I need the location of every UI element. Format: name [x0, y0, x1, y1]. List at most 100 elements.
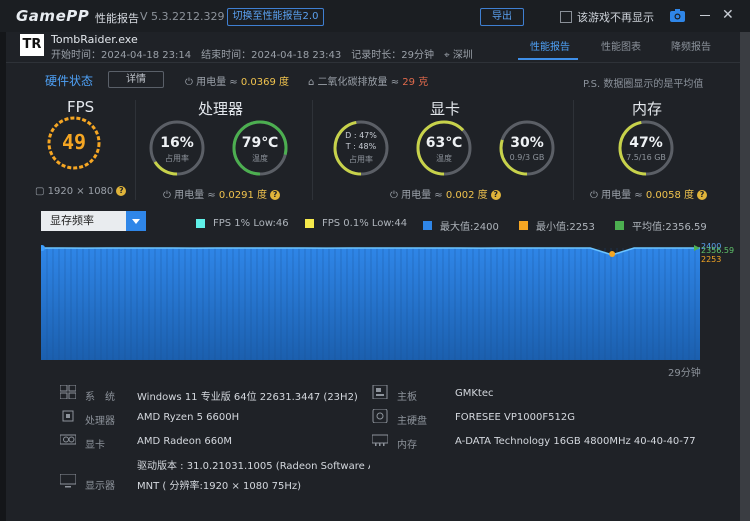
start-time: 开始时间：2024-04-18 23:14 [51, 50, 192, 61]
active-tab-indicator [518, 58, 578, 60]
mem-value-text: A-DATA Technology 16GB 4800MHz 40-40-40-… [455, 436, 696, 447]
gpu-mem-sub: 0.9/3 GB [509, 153, 545, 162]
no-show-checkbox[interactable]: 该游戏不再显示 [560, 9, 654, 25]
metric-select-value: 显存频率 [50, 214, 94, 227]
gpu-icon [60, 434, 76, 445]
help-icon[interactable]: ? [697, 190, 708, 200]
mem-sub: 7.5/16 GB [626, 153, 666, 162]
board-value: GMKtec [455, 388, 494, 399]
legend-fps-01-low: FPS 0.1% Low:44 [305, 218, 407, 229]
disk-label: 主硬盘 [397, 416, 427, 427]
gpu-usage-line2: T : 48% [345, 142, 377, 151]
gpu-power-label: 用电量 ≈ [401, 190, 446, 201]
left-edge-strip [0, 32, 6, 521]
window-title: 性能报告 [95, 12, 139, 25]
power-label: 用电量 ≈ [196, 77, 241, 88]
legend-label: 最大值:2400 [440, 222, 499, 233]
disk-value: FORESEE VP1000F512G [455, 412, 575, 423]
help-icon[interactable]: ? [116, 186, 127, 196]
power-icon: ⏻ [590, 190, 598, 201]
tab-throttle-report[interactable]: 降频报告 [671, 38, 711, 53]
legend-swatch [615, 221, 624, 230]
gpu-usage-gauge: D : 47% T : 48% 占用率 [331, 118, 391, 178]
gpu-title: 显卡 [430, 100, 461, 118]
mem-power-value: 0.0058 度 [645, 190, 695, 201]
gpu-mem-gauge: 30% 0.9/3 GB [497, 118, 557, 178]
process-name: TombRaider.exe [51, 33, 138, 46]
chevron-down-icon[interactable] [126, 211, 146, 231]
resolution: ▢ 1920 × 1080? [35, 186, 127, 197]
legend-max: 最大值:2400 [423, 218, 499, 233]
mem-title: 内存 [632, 100, 663, 118]
power-icon: ⏻ [163, 190, 171, 201]
cpu-power-value: 0.0291 度 [218, 190, 268, 201]
tab-performance-chart[interactable]: 性能图表 [601, 38, 641, 53]
switch-report-button[interactable]: 切换至性能报告2.0 [227, 8, 324, 26]
legend-label: 最小值:2253 [536, 222, 595, 233]
location: ⌖ 深圳 [444, 46, 473, 61]
power-value: 0.0369 度 [240, 77, 290, 88]
cpu-power: ⏻ 用电量 ≈ 0.0291 度? [163, 186, 281, 201]
close-button[interactable]: ✕ [722, 7, 734, 23]
fps-value: 49 [61, 130, 87, 154]
mem-gauge: 47% 7.5/16 GB [616, 118, 676, 178]
camera-icon[interactable] [670, 9, 685, 22]
cpu-temp-gauge: 79℃ 温度 [230, 118, 290, 178]
cpu-label: 处理器 [85, 416, 115, 427]
help-icon[interactable]: ? [490, 190, 501, 200]
fps-gauge: 49 [46, 115, 102, 171]
detail-button[interactable]: 详情 [108, 71, 164, 88]
display-label: 显示器 [85, 481, 115, 492]
os-label: 系 统 [85, 392, 115, 403]
version-label: V 5.3.2212.329 [140, 10, 225, 23]
min-marker [609, 251, 616, 257]
metric-select[interactable]: 显存频率 [41, 211, 146, 231]
gpu-temp-gauge: 63℃ 温度 [414, 118, 474, 178]
legend-fps-1-low: FPS 1% Low:46 [196, 218, 289, 229]
cpu-power-label: 用电量 ≈ [174, 190, 219, 201]
mem-label: 内存 [397, 440, 417, 451]
duration: 记录时长：29分钟 [351, 50, 434, 61]
game-icon: TR [20, 34, 44, 56]
help-icon[interactable]: ? [270, 190, 281, 200]
motherboard-icon [372, 385, 388, 399]
mem-value: 47% [629, 135, 663, 151]
legend-label: FPS 1% Low:46 [213, 218, 289, 229]
gpu-usage-line1: D : 47% [345, 131, 377, 140]
total-power: ⏻ 用电量 ≈ 0.0369 度 [185, 73, 289, 88]
legend-min: 最小值:2253 [519, 218, 595, 233]
section-divider [135, 100, 136, 200]
os-value: Windows 11 专业版 64位 22631.3447 (23H2) [137, 392, 358, 403]
end-time: 结束时间：2024-04-18 23:43 [201, 50, 342, 61]
export-button[interactable]: 导出 [480, 8, 524, 26]
checkbox-box[interactable] [560, 11, 572, 23]
x-axis-label: 29分钟 [668, 368, 701, 379]
gpu-mem-value: 30% [510, 135, 544, 151]
monitor-icon [60, 474, 76, 488]
mem-power-label: 用电量 ≈ [601, 190, 646, 201]
minimize-button[interactable] [700, 15, 710, 16]
fps-title: FPS [67, 98, 95, 116]
co2-value: 29 克 [402, 77, 429, 88]
right-label-avg: 2356.59 [701, 246, 735, 255]
monitor-icon: ▢ [35, 186, 45, 197]
power-icon: ⏻ [185, 77, 193, 88]
co2-emission: ⌂ 二氧化碳排放量 ≈ 29 克 [308, 73, 428, 88]
chart-right-labels: 2400 2356.59 2253 [701, 242, 734, 264]
session-meta: 开始时间：2024-04-18 23:14 结束时间：2024-04-18 23… [51, 46, 473, 61]
legend-label: FPS 0.1% Low:44 [322, 218, 408, 229]
cpu-value: AMD Ryzen 5 6600H [137, 412, 240, 423]
co2-label: 二氧化碳排放量 ≈ [317, 77, 403, 88]
driver-value: 驱动版本 : 31.0.21031.1005 (Radeon Software … [137, 461, 370, 472]
section-divider [312, 100, 313, 200]
right-edge-strip [740, 32, 750, 521]
disk-icon [372, 409, 388, 423]
gpu-usage-sub: 占用率 [349, 155, 373, 164]
tab-performance-report[interactable]: 性能报告 [530, 38, 570, 53]
gamepp-logo: GamePP [16, 7, 90, 25]
memory-icon [372, 434, 388, 446]
cpu-usage-sub: 占用率 [165, 154, 189, 163]
cpu-title: 处理器 [198, 100, 244, 118]
cpu-usage-value: 16% [160, 135, 194, 151]
right-label-min: 2253 [701, 255, 722, 264]
